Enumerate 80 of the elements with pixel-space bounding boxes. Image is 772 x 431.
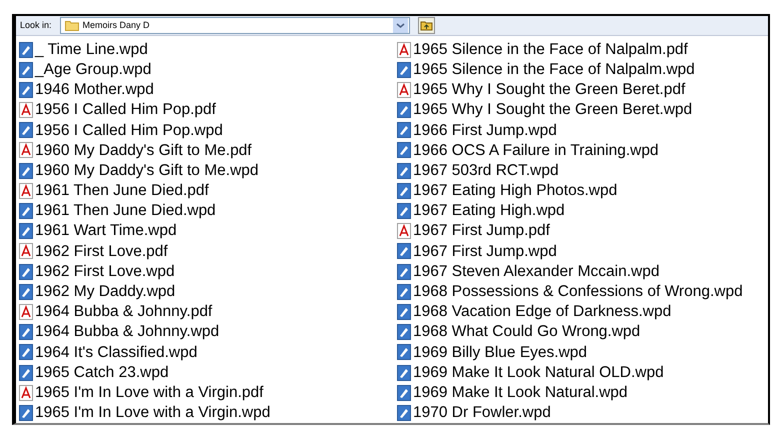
look-in-label: Look in:: [20, 18, 52, 32]
file-item[interactable]: 1965 I'm In Love with a Virgin.pdf: [19, 382, 394, 403]
document-file-icon: [19, 223, 33, 240]
file-item[interactable]: 1969 Make It Look Natural.wpd: [397, 382, 768, 403]
file-item[interactable]: 1961 Then June Died.wpd: [19, 200, 394, 222]
file-item[interactable]: 1962 My Daddy.wpd: [19, 282, 394, 302]
pdf-file-icon: [19, 102, 33, 118]
file-item[interactable]: 1966 OCS A Failure in Training.wpd: [397, 140, 768, 161]
document-file-icon: [19, 203, 33, 220]
document-file-icon: [19, 162, 33, 179]
document-file-icon: [397, 324, 411, 340]
file-item[interactable]: 1968 Vacation Edge of Darkness.wpd: [397, 302, 768, 322]
file-item[interactable]: 1956 I Called Him Pop.pdf: [19, 100, 394, 120]
document-file-icon: [19, 284, 33, 300]
document-file-icon: [397, 384, 411, 401]
pdf-file-icon: [19, 304, 33, 320]
pdf-file-icon: [397, 223, 411, 240]
file-item[interactable]: 1968 What Could Go Wrong.wpd: [397, 322, 768, 342]
file-item[interactable]: 1966 First Jump.wpd: [397, 120, 768, 140]
document-file-icon: [397, 62, 411, 78]
file-item[interactable]: _Age Group.wpd: [19, 60, 394, 80]
document-file-icon: [19, 82, 33, 98]
document-file-icon: [19, 122, 33, 138]
file-item[interactable]: _ Time Line.wpd: [19, 39, 394, 60]
file-item[interactable]: 1965 Why I Sought the Green Beret.wpd: [397, 100, 768, 120]
document-file-icon: [19, 62, 33, 78]
file-item[interactable]: 1965 I'm In Love with a Virgin.wpd: [19, 402, 394, 423]
file-item[interactable]: 1965 Why I Sought the Green Beret.pdf: [397, 80, 768, 100]
pdf-file-icon: [19, 384, 33, 401]
document-file-icon: [19, 364, 33, 381]
document-file-icon: [19, 324, 33, 340]
document-file-icon: [397, 264, 411, 280]
file-item[interactable]: 1969 Make It Look Natural OLD.wpd: [397, 362, 768, 383]
file-item[interactable]: 1962 First Love.wpd: [19, 262, 394, 282]
document-file-icon: [397, 364, 411, 381]
pdf-file-icon: [19, 182, 33, 199]
document-file-icon: [19, 344, 33, 360]
document-file-icon: [397, 122, 411, 138]
file-item[interactable]: 1970 Dr Fowler.wpd: [397, 402, 768, 423]
file-item[interactable]: 1965 Catch 23.wpd: [19, 362, 394, 383]
file-item[interactable]: 1969 Billy Blue Eyes.wpd: [397, 342, 768, 362]
document-file-icon: [397, 243, 411, 260]
file-item[interactable]: 1967 First Jump.wpd: [397, 241, 768, 262]
pdf-file-icon: [397, 82, 411, 98]
file-item[interactable]: 1967 Eating High Photos.wpd: [397, 180, 768, 201]
folder-icon: [64, 20, 79, 32]
document-file-icon: [397, 182, 411, 199]
document-file-icon: [397, 142, 411, 158]
document-file-icon: [19, 264, 33, 280]
file-item[interactable]: 1967 First Jump.pdf: [397, 221, 768, 242]
document-file-icon: [19, 404, 33, 421]
file-item[interactable]: 1961 Then June Died.pdf: [19, 180, 394, 201]
file-item[interactable]: 1965 Silence in the Face of Nalpalm.wpd: [397, 60, 768, 80]
file-item[interactable]: 1967 Eating High.wpd: [397, 200, 768, 222]
document-file-icon: [397, 304, 411, 320]
up-folder-icon[interactable]: [418, 17, 435, 34]
pdf-file-icon: [397, 42, 411, 58]
file-item[interactable]: 1967 Steven Alexander Mccain.wpd: [397, 262, 768, 282]
document-file-icon: [397, 162, 411, 179]
file-item[interactable]: 1960 My Daddy's Gift to Me.pdf: [19, 140, 394, 161]
file-item[interactable]: 1967 503rd RCT.wpd: [397, 160, 768, 181]
document-file-icon: [397, 284, 411, 300]
folder-dropdown[interactable]: Memoirs Dany D: [60, 17, 410, 34]
file-item[interactable]: 1964 Bubba & Johnny.wpd: [19, 322, 394, 342]
file-item[interactable]: 1964 It's Classified.wpd: [19, 342, 394, 362]
document-file-icon: [397, 203, 411, 220]
file-item[interactable]: 1956 I Called Him Pop.wpd: [19, 120, 394, 140]
file-item[interactable]: 1965 Silence in the Face of Nalpalm.pdf: [397, 39, 768, 60]
file-item[interactable]: 1946 Mother.wpd: [19, 80, 394, 100]
document-file-icon: [397, 102, 411, 118]
file-item[interactable]: 1960 My Daddy's Gift to Me.wpd: [19, 160, 394, 181]
file-item[interactable]: 1968 Possessions & Confessions of Wrong.wpd: [397, 282, 768, 302]
file-item[interactable]: 1962 First Love.pdf: [19, 241, 394, 262]
document-file-icon: [397, 404, 411, 421]
document-file-icon: [19, 42, 33, 58]
pdf-file-icon: [19, 243, 33, 260]
file-item[interactable]: 1961 Wart Time.wpd: [19, 221, 394, 242]
document-file-icon: [397, 344, 411, 360]
pdf-file-icon: [19, 142, 33, 158]
file-item[interactable]: 1964 Bubba & Johnny.pdf: [19, 302, 394, 322]
